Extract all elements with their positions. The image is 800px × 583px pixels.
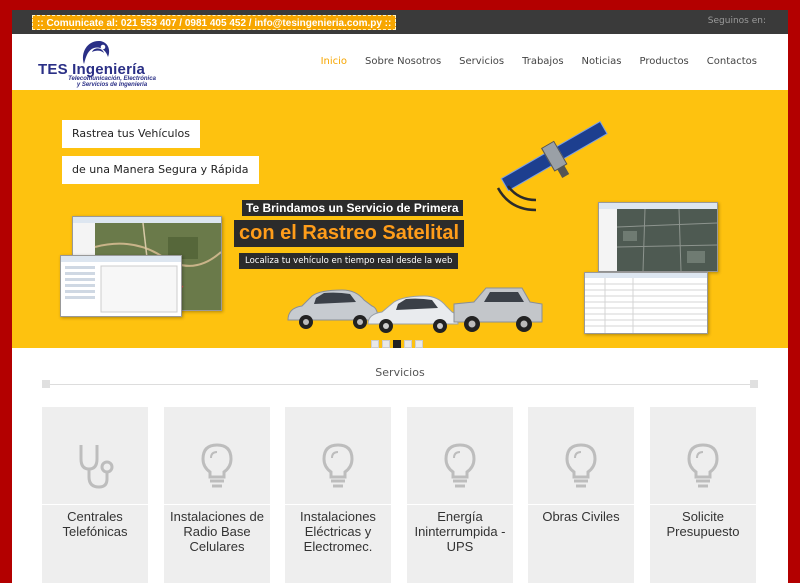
slider-dot-4[interactable] (404, 340, 412, 348)
lightbulb-icon (687, 443, 719, 488)
card-separator (407, 504, 513, 505)
nav-item-inicio[interactable]: Inicio (312, 56, 356, 67)
lightbulb-icon (444, 443, 476, 488)
site-logo[interactable]: TES Ingeniería Telecomunicación, Electró… (38, 38, 168, 88)
service-card-label: Instalaciones Eléctricas y Electromec. (300, 509, 376, 554)
services-cards: Centrales Telefónicas Instalaciones de R… (42, 407, 762, 583)
nav-item-trabajos[interactable]: Trabajos (513, 56, 572, 67)
map-screenshot-right (598, 202, 718, 272)
card-separator (650, 504, 756, 505)
lightbulb-icon (201, 443, 233, 488)
site-header: TES Ingeniería Telecomunicación, Electró… (12, 34, 788, 90)
hero-pill-2: de una Manera Segura y Rápida (62, 156, 259, 184)
slider-dot-2[interactable] (382, 340, 390, 348)
slider-dot-3[interactable] (393, 340, 401, 348)
services-title: Servicios (375, 366, 425, 379)
services-header: Servicios (12, 348, 788, 408)
service-card-label: Centrales Telefónicas (62, 509, 128, 539)
vehicle-list-image (61, 256, 181, 313)
car-2 (367, 295, 459, 333)
slider-dot-5[interactable] (415, 340, 423, 348)
slider-dot-1[interactable] (371, 340, 379, 348)
aerial-map-image (599, 203, 718, 272)
nav-item-sobre-nosotros[interactable]: Sobre Nosotros (356, 56, 450, 67)
main-nav: Inicio Sobre Nosotros Servicios Trabajos… (312, 56, 766, 67)
car-1 (287, 289, 379, 329)
tracking-table-image (585, 273, 707, 333)
hero-slider[interactable]: Rastrea tus Vehículos de una Manera Segu… (12, 90, 788, 348)
nav-item-servicios[interactable]: Servicios (450, 56, 513, 67)
top-bar: :: Comunicate al: 021 553 407 / 0981 405… (12, 10, 788, 34)
card-separator (285, 504, 391, 505)
service-card-presupuesto[interactable]: Solicite Presupuesto (650, 407, 756, 583)
service-card-label: Instalaciones de Radio Base Celulares (170, 509, 264, 554)
card-separator (164, 504, 270, 505)
vehicle-list-screenshot (60, 255, 182, 317)
services-divider (42, 384, 758, 385)
stethoscope-icon (79, 445, 114, 489)
contact-info: :: Comunicate al: 021 553 407 / 0981 405… (32, 15, 397, 30)
service-card-radio-base[interactable]: Instalaciones de Radio Base Celulares (164, 407, 270, 583)
hero-pill-1: Rastrea tus Vehículos (62, 120, 200, 148)
follow-us-label: Seguinos en: (707, 16, 766, 26)
car-3 (453, 287, 543, 332)
service-card-ups[interactable]: Energía Ininterrumpida - UPS (407, 407, 513, 583)
nav-item-productos[interactable]: Productos (630, 56, 697, 67)
tracking-table-screenshot (584, 272, 708, 334)
hero-headline: con el Rastreo Satelital (234, 220, 465, 247)
service-card-label: Energía Ininterrumpida - UPS (414, 509, 506, 554)
divider-square-right (750, 380, 758, 388)
card-separator (528, 504, 634, 505)
nav-item-noticias[interactable]: Noticias (573, 56, 631, 67)
hero-description: Localiza tu vehículo en tiempo real desd… (239, 253, 459, 269)
slider-pagination (371, 340, 423, 348)
lightbulb-icon (565, 443, 597, 488)
cars-image (287, 287, 543, 333)
service-card-label: Solicite Presupuesto (666, 509, 740, 539)
service-card-centrales[interactable]: Centrales Telefónicas (42, 407, 148, 583)
logo-subtitle-line2: y Servicios de Ingeniería (76, 82, 148, 88)
page-frame: :: Comunicate al: 021 553 407 / 0981 405… (12, 10, 788, 583)
nav-item-contactos[interactable]: Contactos (698, 56, 766, 67)
service-card-obras-civiles[interactable]: Obras Civiles (528, 407, 634, 583)
hero-tagline: Te Brindamos un Servicio de Primera (242, 200, 463, 216)
service-card-label: Obras Civiles (542, 509, 620, 524)
card-separator (42, 504, 148, 505)
divider-square-left (42, 380, 50, 388)
logo-subtitle: Telecomunicación, Electrónica y Servicio… (52, 76, 172, 88)
lightbulb-icon (322, 443, 354, 488)
service-card-electricas[interactable]: Instalaciones Eléctricas y Electromec. (285, 407, 391, 583)
